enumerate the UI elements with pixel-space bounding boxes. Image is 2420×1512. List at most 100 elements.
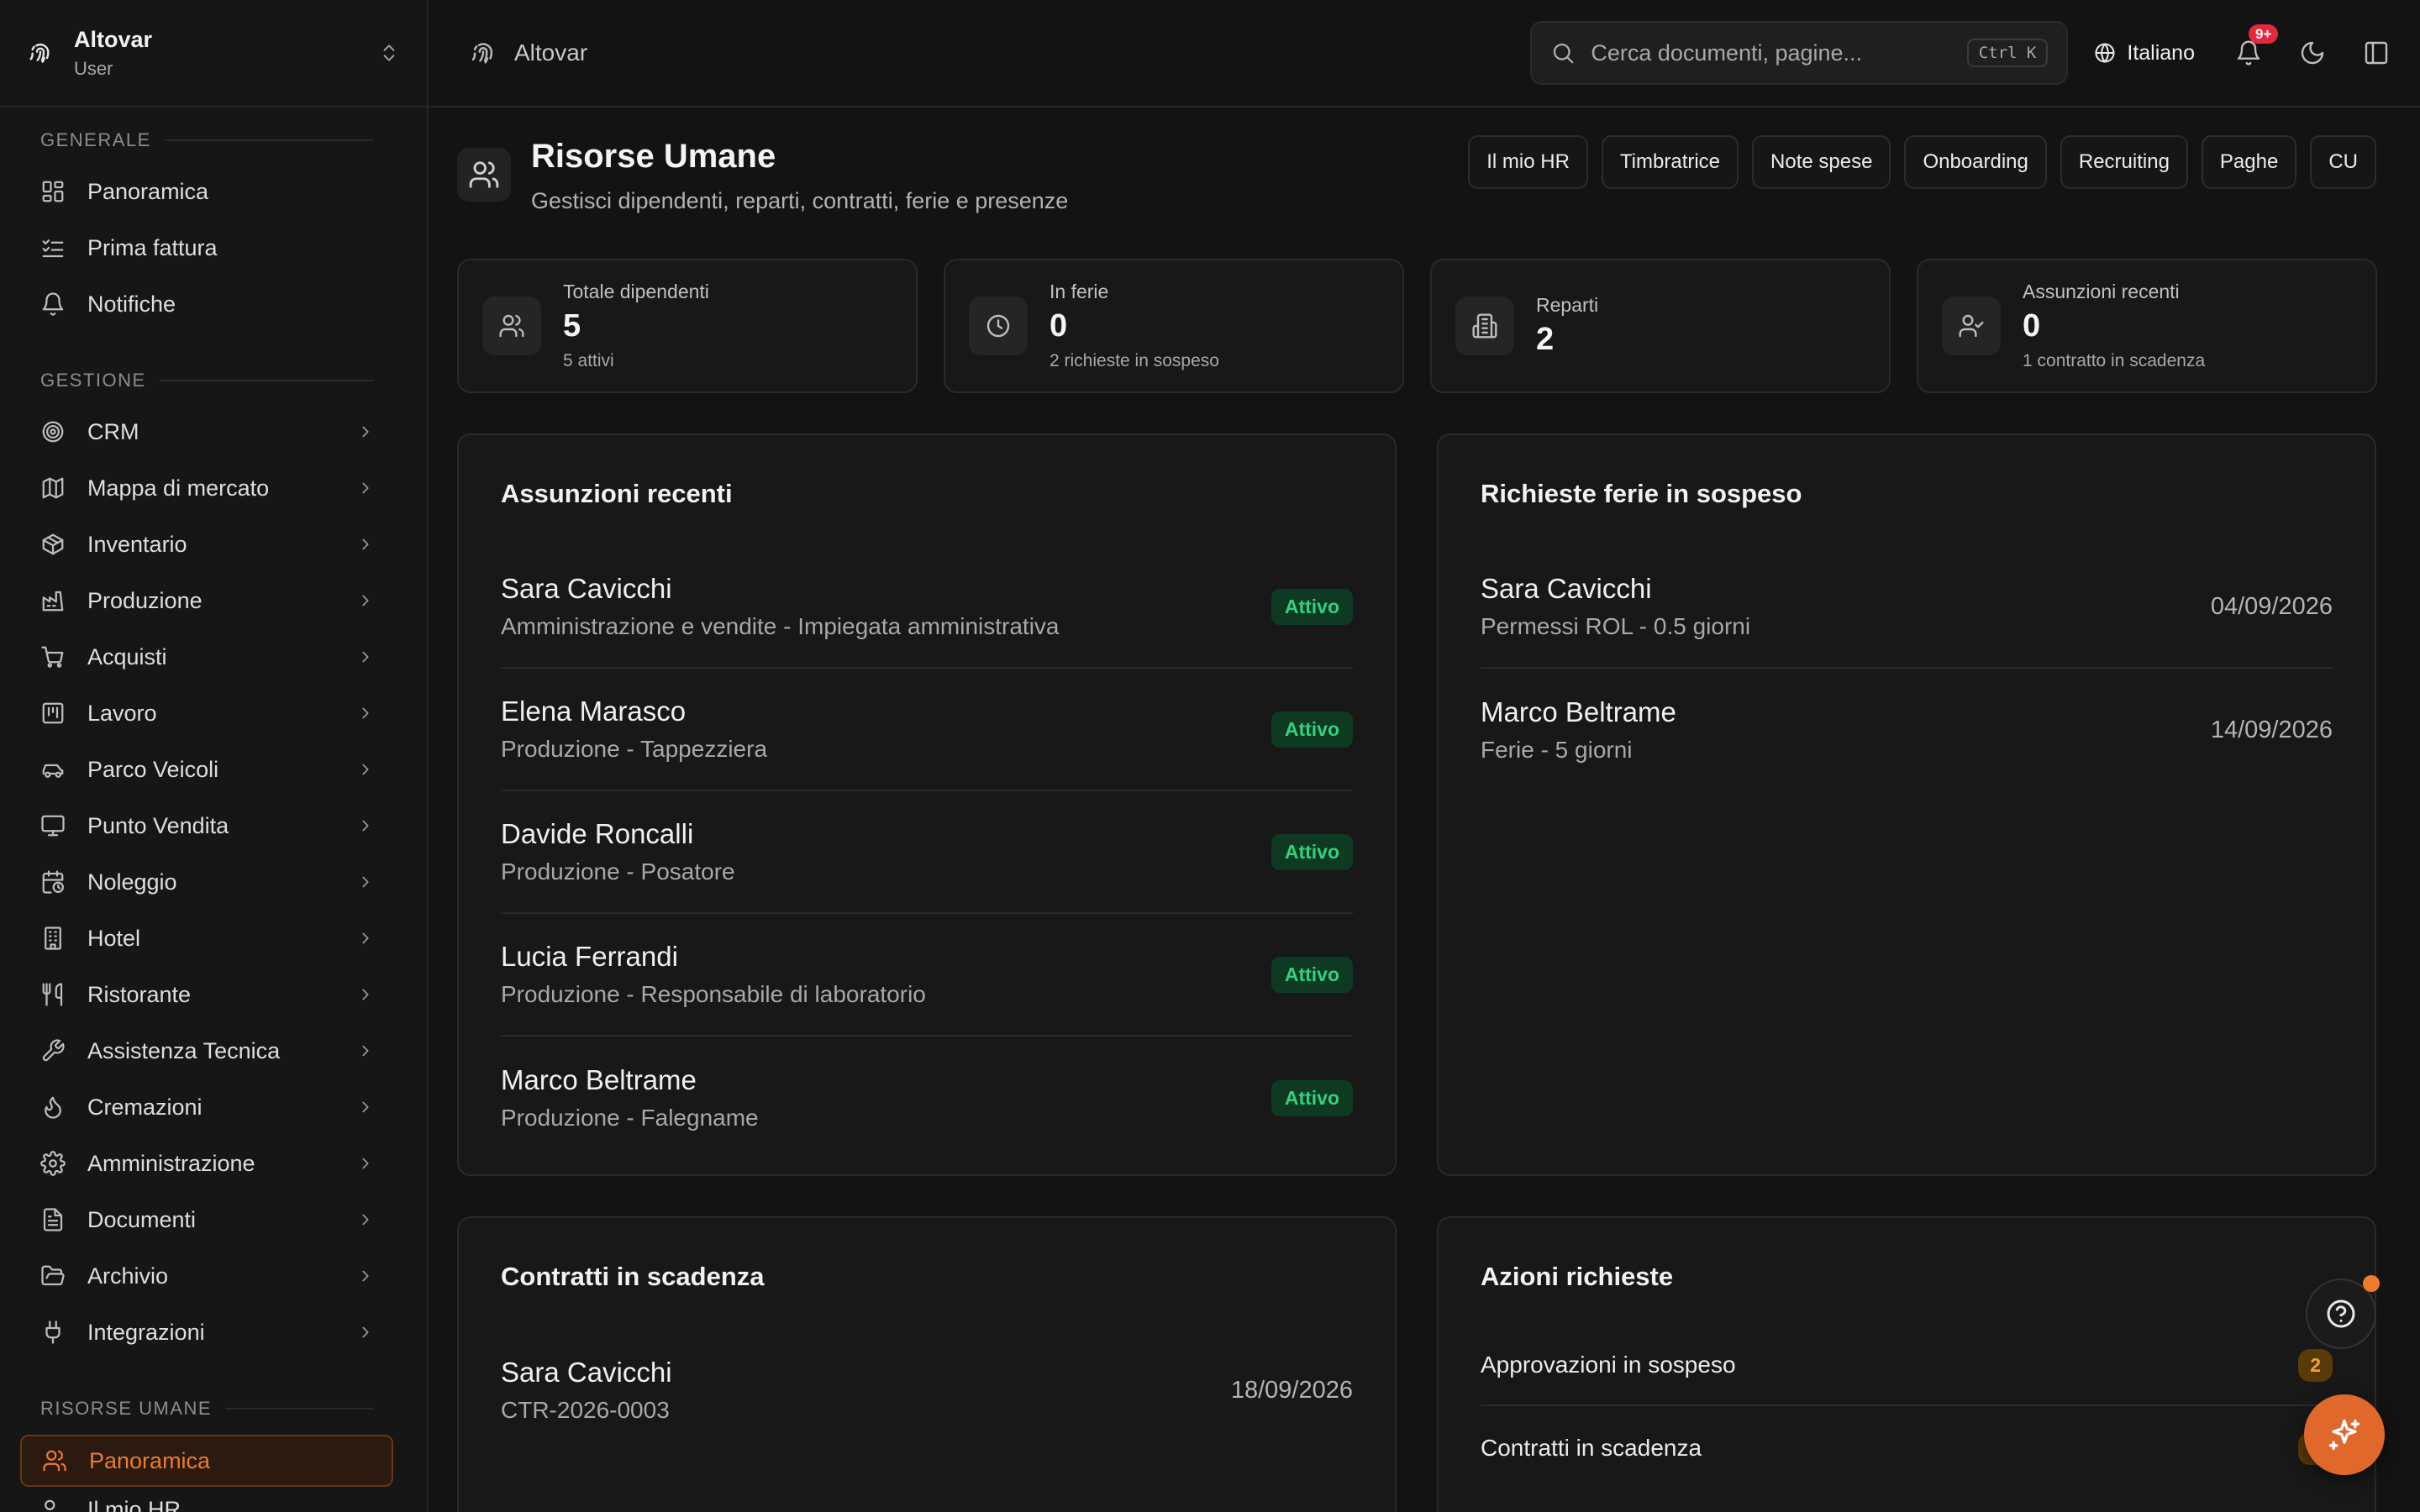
list-item[interactable]: Sara Cavicchi CTR-2026-0003 18/09/2026	[501, 1329, 1353, 1452]
chevron-right-icon	[356, 423, 375, 441]
search-input[interactable]	[1591, 39, 1967, 66]
search-box[interactable]: Ctrl K	[1530, 21, 2069, 85]
leave-date: 04/09/2026	[2210, 592, 2333, 620]
action-item-contratti[interactable]: Contratti in scadenza 1	[1481, 1408, 2333, 1488]
page-icon	[457, 148, 511, 202]
quick-link-recruiting[interactable]: Recruiting	[2060, 135, 2188, 189]
sidebar-item-label: Punto Vendita	[87, 812, 229, 838]
sidebar-item-hotel[interactable]: Hotel	[40, 915, 376, 962]
quick-link-il-mio-hr[interactable]: Il mio HR	[1468, 135, 1588, 189]
action-item-approvazioni[interactable]: Approvazioni in sospeso 2	[1481, 1326, 2333, 1406]
employee-name: Sara Cavicchi	[501, 1357, 672, 1388]
employee-name: Lucia Ferrandi	[501, 941, 678, 972]
stat-card-reparti: Reparti 2	[1430, 259, 1891, 393]
quick-link-onboarding[interactable]: Onboarding	[1904, 135, 2047, 189]
employee-name: Marco Beltrame	[1481, 696, 1676, 727]
chevron-right-icon	[356, 1267, 375, 1285]
stat-sub: 5 attivi	[563, 351, 614, 370]
sidebar-item-crm[interactable]: CRM	[40, 408, 376, 455]
toggle-panel-button[interactable]	[2360, 36, 2393, 70]
quick-link-note-spese[interactable]: Note spese	[1752, 135, 1891, 189]
sidebar-item-integrazioni[interactable]: Integrazioni	[40, 1309, 376, 1356]
sidebar-item-parco-veicoli[interactable]: Parco Veicoli	[40, 746, 376, 793]
list-item[interactable]: Marco Beltrame Ferie - 5 giorni 14/09/20…	[1481, 669, 2333, 791]
employee-role: Produzione - Falegname	[501, 1105, 759, 1131]
sidebar-item-label: Cremazioni	[87, 1094, 203, 1120]
sidebar-item-prima-fattura[interactable]: Prima fattura	[40, 224, 376, 271]
sparkles-icon	[2326, 1416, 2363, 1453]
notifications-badge: 9+	[2249, 24, 2279, 44]
user-check-icon	[1942, 297, 2001, 355]
employee-role: Amministrazione e vendite - Impiegata am…	[501, 613, 1060, 639]
sidebar-item-label: CRM	[87, 418, 139, 444]
leave-requests-card: Richieste ferie in sospeso Sara Cavicchi…	[1437, 433, 2376, 1176]
chevron-right-icon	[356, 1210, 375, 1229]
leave-detail: Ferie - 5 giorni	[1481, 737, 1633, 763]
language-selector[interactable]: Italiano	[2093, 41, 2195, 66]
employee-name: Sara Cavicchi	[501, 573, 672, 604]
card-title: Azioni richieste	[1481, 1262, 1674, 1291]
required-actions-card: Azioni richieste Approvazioni in sospeso…	[1437, 1216, 2376, 1512]
list-item[interactable]: Sara Cavicchi Amministrazione e vendite …	[501, 546, 1353, 669]
sidebar-item-label: Amministrazione	[87, 1150, 255, 1176]
list-item[interactable]: Lucia Ferrandi Produzione - Responsabile…	[501, 914, 1353, 1037]
sidebar-item-label: Archivio	[87, 1263, 169, 1289]
monitor-icon	[40, 813, 66, 838]
sidebar-item-cremazioni[interactable]: Cremazioni	[40, 1084, 376, 1131]
sidebar-item-label: Hotel	[87, 925, 141, 951]
sidebar-item-hr-panoramica[interactable]: Panoramica	[20, 1435, 393, 1487]
quick-link-cu[interactable]: CU	[2310, 135, 2376, 189]
sidebar-item-label: Parco Veicoli	[87, 756, 219, 782]
list-item[interactable]: Elena Marasco Produzione - Tappezziera A…	[501, 669, 1353, 791]
breadcrumb-app-name[interactable]: Altovar	[514, 39, 1530, 66]
sidebar-item-il-mio-hr[interactable]: Il mio HR	[40, 1497, 181, 1512]
sidebar-item-punto-vendita[interactable]: Punto Vendita	[40, 802, 376, 849]
org-switcher[interactable]: Altovar User	[0, 0, 427, 108]
card-title: Richieste ferie in sospeso	[1481, 479, 1802, 508]
search-shortcut: Ctrl K	[1966, 39, 2049, 67]
contract-code: CTR-2026-0003	[501, 1397, 670, 1423]
globe-icon	[2093, 41, 2117, 65]
sidebar-item-lavoro[interactable]: Lavoro	[40, 690, 376, 737]
sidebar-item-label: Notifiche	[87, 291, 176, 317]
quick-link-timbratrice[interactable]: Timbratrice	[1601, 135, 1739, 189]
employee-role: Produzione - Posatore	[501, 858, 735, 885]
list-item[interactable]: Davide Roncalli Produzione - Posatore At…	[501, 791, 1353, 914]
chevron-right-icon	[356, 535, 375, 554]
list-item[interactable]: Sara Cavicchi Permessi ROL - 0.5 giorni …	[1481, 546, 2333, 669]
sidebar-item-archivio[interactable]: Archivio	[40, 1252, 376, 1299]
sidebar-item-ristorante[interactable]: Ristorante	[40, 971, 376, 1018]
sidebar-item-notifiche[interactable]: Notifiche	[40, 281, 376, 328]
language-label: Italiano	[2127, 40, 2195, 65]
recent-hires-card: Assunzioni recenti Sara Cavicchi Amminis…	[457, 433, 1397, 1176]
status-badge: Attivo	[1270, 1079, 1353, 1116]
building-icon	[1455, 297, 1514, 355]
sidebar-item-documenti[interactable]: Documenti	[40, 1196, 376, 1243]
card-title: Contratti in scadenza	[501, 1262, 765, 1291]
sidebar-item-panoramica[interactable]: Panoramica	[40, 168, 376, 215]
sidebar-item-label: Panoramica	[89, 1447, 211, 1473]
utensils-icon	[40, 982, 66, 1007]
sidebar-item-produzione[interactable]: Produzione	[40, 577, 376, 624]
list-item[interactable]: Marco Beltrame Produzione - Falegname At…	[501, 1037, 1353, 1159]
theme-toggle-button[interactable]	[2296, 36, 2329, 70]
org-name: Altovar	[74, 26, 153, 52]
org-role: User	[74, 57, 113, 79]
status-badge: Attivo	[1270, 956, 1353, 993]
target-icon	[40, 419, 66, 444]
sidebar-group-generale: GENERALE	[40, 129, 373, 151]
notifications-button[interactable]: 9+	[2232, 24, 2279, 70]
sidebar-item-label: Mappa di mercato	[87, 475, 270, 501]
sidebar-item-inventario[interactable]: Inventario	[40, 521, 376, 568]
chevron-right-icon	[356, 591, 375, 610]
sidebar-item-label: Il mio HR	[87, 1497, 182, 1512]
sidebar-item-acquisti[interactable]: Acquisti	[40, 633, 376, 680]
ai-assistant-button[interactable]	[2304, 1394, 2385, 1475]
action-label: Contratti in scadenza	[1481, 1435, 1702, 1461]
sidebar-item-assistenza-tecnica[interactable]: Assistenza Tecnica	[40, 1027, 376, 1074]
sidebar-item-amministrazione[interactable]: Amministrazione	[40, 1140, 376, 1187]
sidebar-item-mappa-di-mercato[interactable]: Mappa di mercato	[40, 465, 376, 512]
sidebar-item-noleggio[interactable]: Noleggio	[40, 858, 376, 906]
users-icon	[40, 1498, 66, 1512]
quick-link-paghe[interactable]: Paghe	[2201, 135, 2297, 189]
